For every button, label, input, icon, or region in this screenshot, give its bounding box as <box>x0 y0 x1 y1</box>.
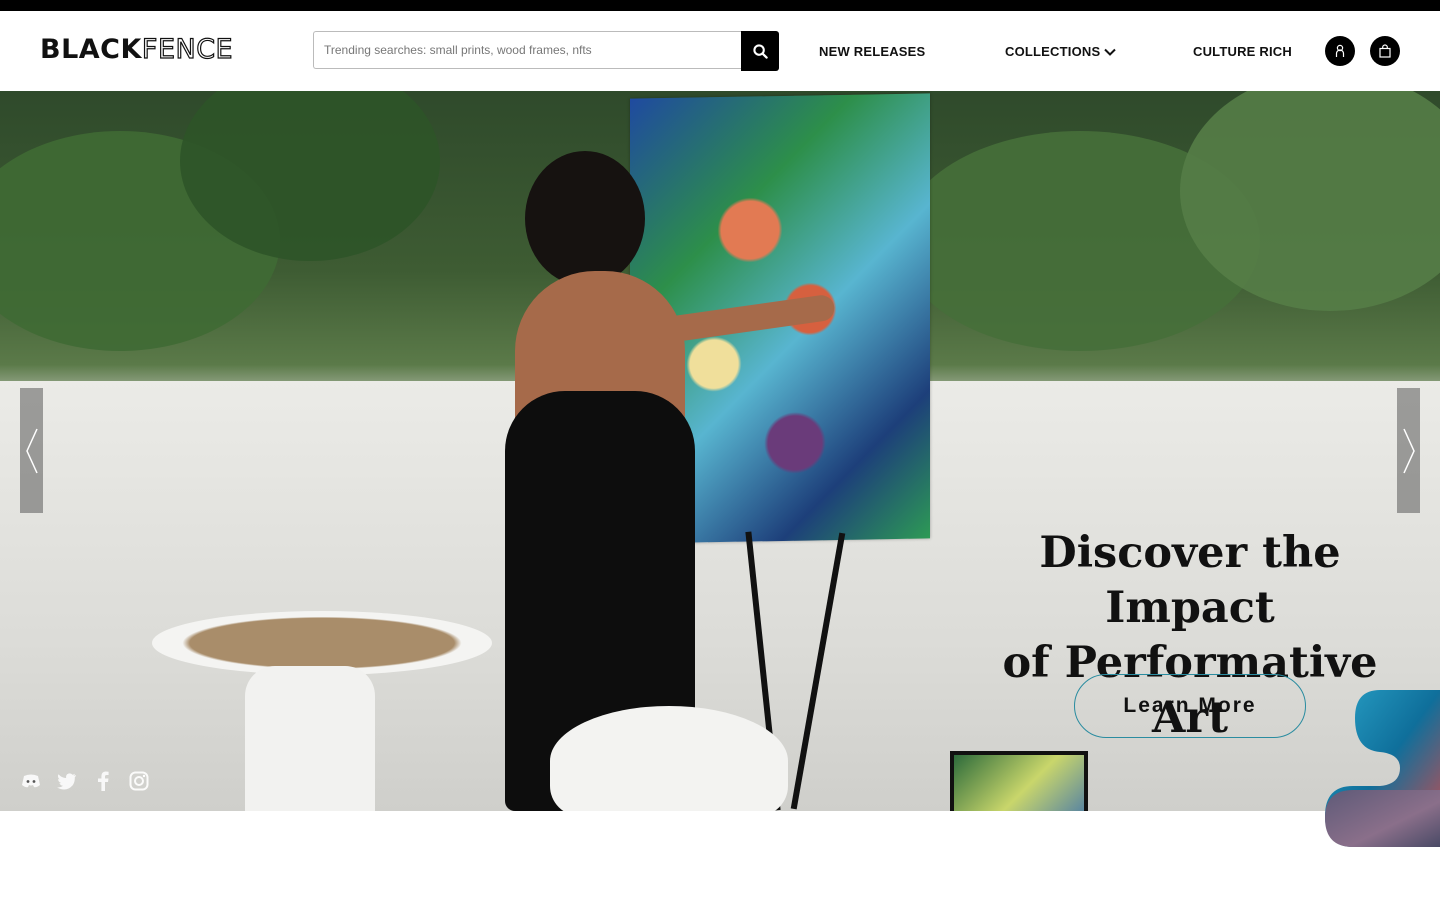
stool <box>550 706 788 811</box>
search-button[interactable] <box>741 31 779 71</box>
discord-icon[interactable] <box>20 770 42 792</box>
chevron-right-icon <box>1402 428 1415 473</box>
logo-outline-text: FENCE <box>141 34 234 65</box>
account-button[interactable] <box>1325 36 1355 66</box>
nav-collections[interactable]: COLLECTIONS <box>1005 44 1117 59</box>
social-links <box>20 770 150 792</box>
search-input[interactable] <box>313 31 741 69</box>
nav-collections-label: COLLECTIONS <box>1005 44 1101 59</box>
twitter-icon[interactable] <box>56 770 78 792</box>
artist-figure <box>525 151 645 286</box>
decorative-paint-blob <box>1325 690 1440 847</box>
facebook-icon[interactable] <box>92 770 114 792</box>
cart-button[interactable] <box>1370 36 1400 66</box>
instagram-icon[interactable] <box>128 770 150 792</box>
paint-table-base <box>245 666 375 811</box>
logo-bold-text: BLACK <box>40 34 142 65</box>
chevron-left-icon <box>25 428 38 473</box>
hero-carousel: Discover the Impact of Performative Art … <box>0 91 1440 811</box>
nav-culture-rich[interactable]: CULTURE RICH <box>1193 44 1292 59</box>
top-bar <box>0 0 1440 11</box>
learn-more-button[interactable]: Learn More <box>1074 674 1306 738</box>
framed-artwork <box>950 751 1088 811</box>
site-header: BLACKFENCE NEW RELEASES COLLECTIONS CULT… <box>0 11 1440 91</box>
search-icon <box>752 43 768 59</box>
chevron-down-icon <box>1104 48 1117 56</box>
shopping-bag-icon <box>1379 44 1391 58</box>
brand-logo[interactable]: BLACKFENCE <box>40 34 234 65</box>
hero-headline-line1: Discover the Impact <box>1039 528 1341 633</box>
carousel-next-button[interactable] <box>1397 388 1420 513</box>
carousel-prev-button[interactable] <box>20 388 43 513</box>
user-icon <box>1335 44 1345 57</box>
nav-new-releases[interactable]: NEW RELEASES <box>819 44 925 59</box>
